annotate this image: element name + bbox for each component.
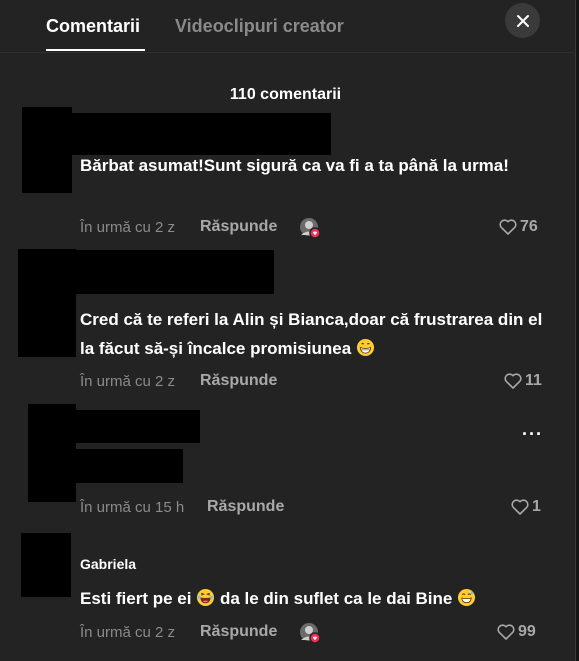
more-options-icon[interactable]: ··· [522,424,543,445]
heart-icon [511,499,529,515]
reply-button[interactable]: Răspunde [200,372,277,390]
heart-icon [497,624,515,640]
laughing-emoji-icon [197,588,215,607]
creator-liked-icon [300,218,321,239]
avatar-redacted[interactable] [22,107,72,193]
author-redacted [76,410,200,443]
smiling-sweat-emoji-icon [458,588,476,607]
comment-text: Cred că te referi la Alin și Bianca,doar… [80,305,550,363]
comment-text: Bărbat asumat!Sunt sigură ca va fi a ta … [80,156,509,175]
active-tab-indicator [46,49,145,51]
comment-count: 110 comentarii [229,86,342,103]
tab-comments[interactable]: Comentarii [46,16,140,37]
reply-button[interactable]: Răspunde [200,623,277,641]
like-button[interactable]: 1 [511,498,541,516]
tabs-divider [0,52,576,53]
tab-bar: Comentarii Videoclipuri creator [0,0,576,52]
avatar-redacted[interactable] [18,249,76,357]
comment-text-part2: da le din suflet ca le dai Bine [219,589,453,608]
comment-time: În urmă cu 2 z [80,373,176,390]
close-icon [516,14,529,27]
comment-text: Esti fiert pe ei da le din suflet ca le … [80,584,550,613]
like-button[interactable]: 76 [499,218,538,236]
heart-icon [504,373,522,389]
comment-text-redacted [76,449,183,483]
like-count: 11 [525,372,542,389]
comments-panel: Comentarii Videoclipuri creator 110 come… [0,0,576,661]
heart-icon [499,219,517,235]
avatar-redacted[interactable] [21,533,71,597]
comment-text-part1: Esti fiert pe ei [80,589,192,608]
reply-button[interactable]: Răspunde [207,498,284,516]
comment-time: În urmă cu 2 z [80,624,176,641]
like-count: 99 [518,623,536,640]
tab-creator-videos[interactable]: Videoclipuri creator [175,16,344,37]
reply-button[interactable]: Răspunde [200,218,277,236]
comment-time: În urmă cu 2 z [80,219,176,236]
avatar-redacted[interactable] [28,404,76,502]
like-count: 76 [520,218,538,235]
creator-liked-icon [300,623,321,644]
like-button[interactable]: 99 [497,623,536,641]
like-button[interactable]: 11 [504,372,542,390]
like-count: 1 [532,498,541,515]
author-redacted [72,113,331,155]
author-redacted [76,250,274,294]
close-button[interactable] [505,3,540,38]
comment-author[interactable]: Gabriela [80,556,136,572]
grinning-emoji-icon [356,338,374,357]
comment-text-body: Cred că te referi la Alin și Bianca,doar… [80,310,543,358]
comment-time: În urmă cu 15 h [80,499,185,516]
